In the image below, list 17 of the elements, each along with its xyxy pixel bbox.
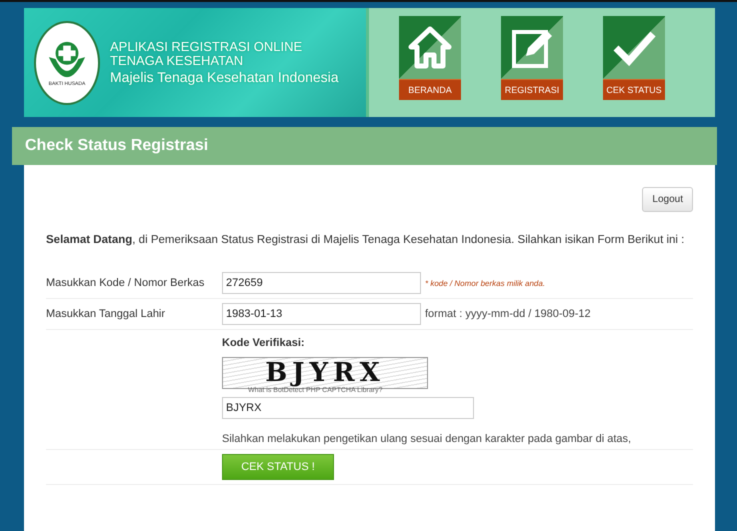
field-label: Masukkan Tanggal Lahir	[46, 308, 166, 320]
app-subtitle: Majelis Tenaga Kesehatan Indonesia	[110, 68, 339, 86]
intro-text: Selamat Datang, di Pemeriksaan Status Registrasi di Majelis Tenaga Kesehatan Indonesia. Silahkan isikan Form Berikut ini :	[46, 233, 686, 248]
page-title: Check Status Registrasi	[25, 137, 208, 155]
house-icon	[408, 26, 452, 70]
captcha-code: BJYRX	[265, 358, 385, 388]
input-field[interactable]: 1983-01-13	[222, 303, 421, 325]
captcha-instruction: Silahkan melakukan pengetikan ulang sesuai dengan karakter pada gambar di atas,	[222, 433, 632, 445]
captcha-input[interactable]: BJYRX	[222, 397, 474, 419]
field-note: format : yyyy-mm-dd / 1980-09-12	[425, 308, 591, 320]
field-label: Masukkan Kode / Nomor Berkas	[46, 277, 206, 289]
captcha-label: Kode Verifikasi:	[222, 337, 305, 349]
app-title: TENAGA KESEHATAN	[110, 54, 244, 68]
field-note: * kode / Nomor berkas milik anda.	[425, 278, 546, 288]
input-field[interactable]: 272659	[222, 272, 421, 294]
logout-button[interactable]: Logout	[642, 187, 693, 212]
app-title: APLIKASI REGISTRASI ONLINE	[110, 40, 304, 54]
